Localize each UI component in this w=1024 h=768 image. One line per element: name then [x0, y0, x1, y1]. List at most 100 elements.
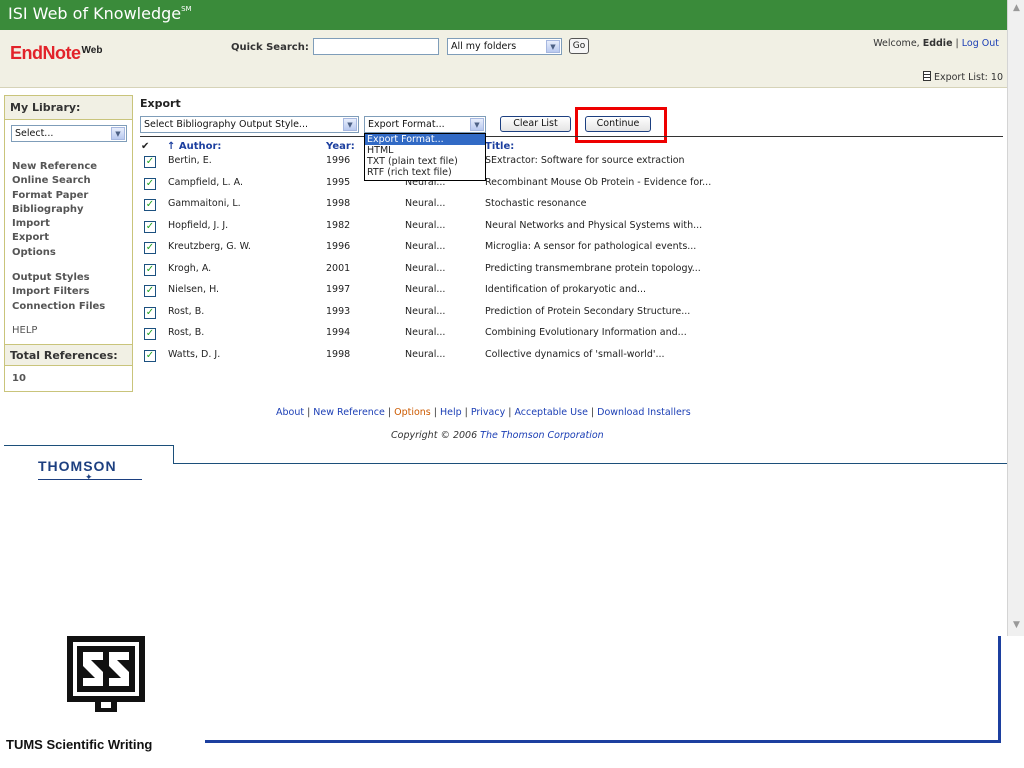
sidebar-item-help[interactable]: HELP	[12, 325, 37, 336]
thomson-logo[interactable]: THOMSON	[38, 458, 117, 474]
row-checkbox[interactable]: ✓	[144, 349, 156, 362]
thomson-corporation-link[interactable]: The Thomson Corporation	[480, 430, 604, 441]
footer-link-help[interactable]: Help	[440, 407, 462, 418]
copyright-prefix: Copyright © 2006	[391, 430, 478, 441]
footer-link-options[interactable]: Options	[394, 407, 431, 418]
format-option-rtf[interactable]: RTF (rich text file)	[365, 167, 485, 178]
library-select[interactable]: Select... ▼	[11, 125, 127, 142]
footer-link-privacy[interactable]: Privacy	[471, 407, 505, 418]
footer-separator: |	[307, 407, 311, 418]
row-author: Rost, B.	[168, 305, 205, 317]
welcome-text: Welcome, Eddie | Log Out	[873, 38, 999, 49]
export-format-select[interactable]: Export Format... ▼	[364, 116, 486, 133]
row-checkbox[interactable]: ✓	[144, 263, 156, 276]
footer-link-acceptable-use[interactable]: Acceptable Use	[514, 407, 587, 418]
vertical-scrollbar[interactable]: ▲ ▼	[1007, 0, 1024, 636]
row-journal: Neural...	[405, 327, 446, 338]
export-list-label: Export List: 10	[933, 72, 1003, 83]
row-checkbox[interactable]: ✓	[144, 328, 156, 340]
footer-separator: |	[590, 407, 595, 418]
format-option-html[interactable]: HTML	[365, 145, 485, 156]
row-journal: Neural...	[405, 219, 446, 231]
row-title[interactable]: Identification of prokaryotic and...	[485, 284, 646, 295]
table-row: ✓ Kreutzberg, G. W. 1996 Neural... Micro…	[140, 240, 1000, 261]
row-checkbox[interactable]: ✓	[144, 285, 156, 297]
endnote-logo[interactable]: EndNoteWeb	[10, 43, 102, 64]
folder-select[interactable]: All my folders ▼	[447, 38, 562, 55]
row-title[interactable]: SExtractor: Software for source extracti…	[485, 155, 685, 166]
sidebar-item-bibliography[interactable]: Bibliography	[12, 203, 97, 217]
footer-link-download-installers[interactable]: Download Installers	[597, 407, 691, 418]
footer-link-about[interactable]: About	[276, 407, 304, 418]
row-title[interactable]: Combining Evolutionary Information and..…	[485, 327, 687, 338]
welcome-prefix: Welcome,	[873, 38, 920, 49]
footer-link-new-reference[interactable]: New Reference	[313, 407, 385, 418]
select-all-check[interactable]: ✔	[141, 141, 149, 152]
column-header-author[interactable]: ↑ Author:	[167, 141, 221, 152]
row-title[interactable]: Microglia: A sensor for pathological eve…	[485, 241, 696, 252]
sidebar-item-connection-files[interactable]: Connection Files	[12, 300, 105, 314]
quick-search-label: Quick Search:	[231, 42, 309, 53]
row-title[interactable]: Neural Networks and Physical Systems wit…	[485, 220, 702, 231]
total-references-value: 10	[12, 373, 26, 384]
scroll-down-icon[interactable]: ▼	[1010, 619, 1023, 632]
sidebar-item-new-reference[interactable]: New Reference	[12, 160, 97, 174]
row-author: Rost, B.	[168, 327, 205, 338]
export-list-link[interactable]: Export List: 10	[922, 71, 1003, 83]
row-checkbox[interactable]: ✓	[144, 220, 156, 233]
quick-search-input[interactable]	[313, 38, 439, 55]
sidebar-item-online-search[interactable]: Online Search	[12, 174, 97, 188]
output-style-select-value: Select Bibliography Output Style...	[144, 119, 308, 130]
isi-title[interactable]: ISI Web of KnowledgeSM	[8, 4, 192, 23]
row-title[interactable]: Collective dynamics of 'small-world'...	[485, 349, 665, 360]
sidebar-item-import[interactable]: Import	[12, 217, 97, 231]
chevron-down-icon[interactable]: ▼	[546, 40, 560, 53]
endnote-header: EndNoteWeb Quick Search: All my folders …	[0, 30, 1007, 88]
row-checkbox[interactable]: ✓	[144, 177, 156, 190]
chevron-down-icon[interactable]: ▼	[343, 118, 357, 131]
welcome-separator: |	[955, 38, 959, 49]
slide-frame-line	[205, 740, 1001, 743]
sidebar-item-format-paper[interactable]: Format Paper	[12, 189, 97, 203]
total-references-label: Total References:	[5, 344, 132, 366]
row-journal: Neural...	[405, 241, 446, 252]
star-icon: ✦	[85, 473, 93, 483]
sidebar-nav-styles: Output Styles Import Filters Connection …	[12, 271, 105, 314]
row-title[interactable]: Stochastic resonance	[485, 198, 586, 209]
table-row: ✓ Nielsen, H. 1997 Neural... Identificat…	[140, 283, 1000, 304]
sidebar-item-export[interactable]: Export	[12, 231, 97, 245]
endnote-logo-text: EndNote	[10, 43, 81, 63]
go-button[interactable]: Go	[569, 38, 589, 54]
continue-highlight-box	[575, 107, 667, 143]
sidebar-item-options[interactable]: Options	[12, 246, 97, 260]
format-option-default[interactable]: Export Format...	[365, 134, 485, 145]
row-year: 1998	[326, 348, 351, 360]
footer-separator: |	[387, 407, 392, 418]
row-journal: Neural...	[405, 348, 446, 360]
row-checkbox[interactable]: ✓	[144, 242, 156, 254]
sidebar-item-import-filters[interactable]: Import Filters	[12, 285, 105, 299]
sidebar-nav-main: New Reference Online Search Format Paper…	[12, 160, 97, 260]
column-header-title[interactable]: Title:	[485, 141, 514, 152]
row-year: 1996	[326, 241, 351, 252]
row-title[interactable]: Predicting transmembrane protein topolog…	[485, 263, 701, 274]
column-header-year[interactable]: Year:	[326, 141, 355, 152]
export-title: Export	[140, 97, 181, 110]
row-checkbox[interactable]: ✓	[144, 156, 156, 168]
clear-list-button[interactable]: Clear List	[500, 116, 571, 132]
row-checkbox[interactable]: ✓	[144, 199, 156, 211]
chevron-down-icon[interactable]: ▼	[111, 127, 125, 140]
output-style-select[interactable]: Select Bibliography Output Style... ▼	[140, 116, 359, 133]
row-title[interactable]: Recombinant Mouse Ob Protein - Evidence …	[485, 177, 711, 188]
welcome-user: Eddie	[922, 38, 953, 49]
row-year: 1993	[326, 305, 351, 317]
row-title[interactable]: Prediction of Protein Secondary Structur…	[485, 306, 690, 317]
row-checkbox[interactable]: ✓	[144, 306, 156, 319]
row-author: Krogh, A.	[168, 262, 212, 274]
sidebar-item-output-styles[interactable]: Output Styles	[12, 271, 105, 285]
scroll-up-icon[interactable]: ▲	[1010, 2, 1023, 15]
logout-link[interactable]: Log Out	[962, 38, 999, 49]
format-option-txt[interactable]: TXT (plain text file)	[365, 156, 485, 167]
chevron-down-icon[interactable]: ▼	[470, 118, 484, 131]
isi-header-bar: ISI Web of KnowledgeSM	[0, 0, 1007, 30]
